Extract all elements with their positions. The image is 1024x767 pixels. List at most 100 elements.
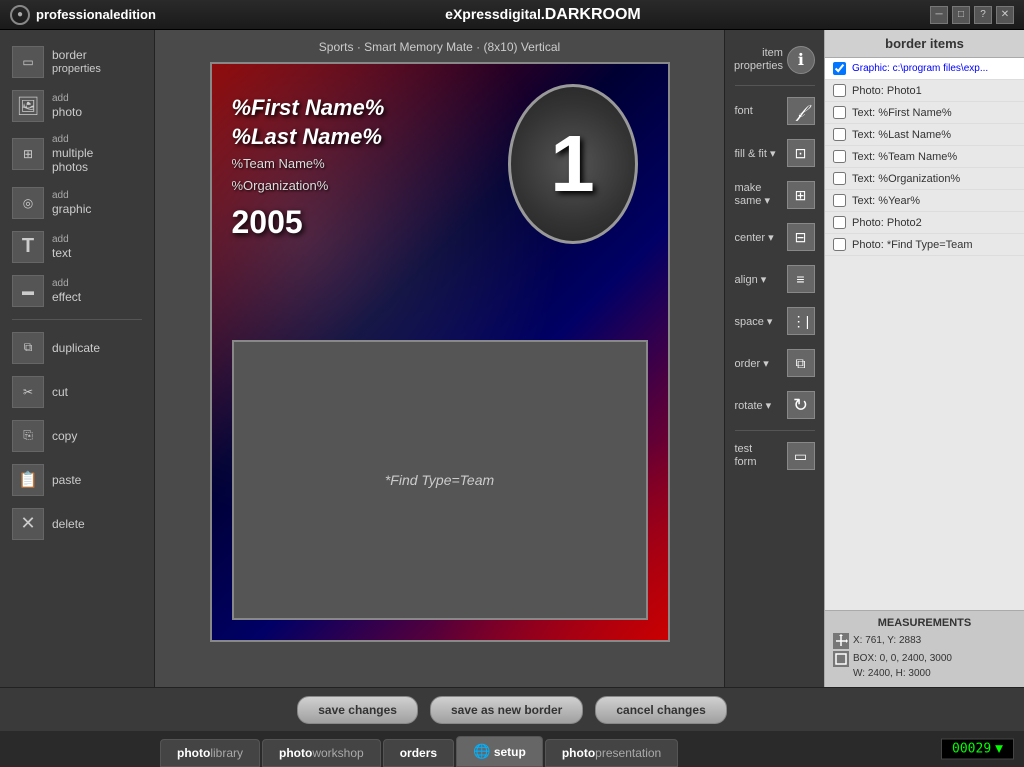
font-label: font: [735, 105, 753, 117]
border-properties-icon: ▭: [12, 46, 44, 78]
delete-icon: ✕: [12, 508, 44, 540]
tool-item-make-same[interactable]: makesame ▾ ⊞: [730, 175, 820, 215]
sidebar-item-delete[interactable]: ✕ delete: [0, 502, 154, 546]
center-label: center ▾: [735, 231, 774, 244]
measurements-line3: W: 2400, H: 3000: [853, 666, 952, 681]
border-item-text-lastname[interactable]: Text: %Last Name%: [825, 124, 1024, 146]
add-photo-icon: 🖼: [12, 90, 44, 122]
add-graphic-icon: ◎: [12, 187, 44, 219]
sidebar-label-cut: cut: [52, 385, 68, 399]
border-item-text-teamname[interactable]: Text: %Team Name%: [825, 146, 1024, 168]
card-name-line2: %Last Name%: [232, 123, 385, 152]
canvas-title: Sports · Smart Memory Mate · (8x10) Vert…: [319, 40, 560, 54]
border-item-text-lastname-checkbox[interactable]: [833, 128, 846, 141]
counter-arrow[interactable]: ▼: [995, 742, 1003, 757]
card-org: %Organization%: [232, 177, 385, 195]
tab-photo-workshop-bold: photo: [279, 746, 312, 760]
sidebar-item-add-multiple-photos[interactable]: ⊞ addmultiplephotos: [0, 128, 154, 181]
window-controls[interactable]: ─ □ ? ✕: [930, 6, 1014, 24]
make-same-label: makesame ▾: [735, 182, 770, 208]
border-item-photo2[interactable]: Photo: Photo2: [825, 212, 1024, 234]
space-label: space ▾: [735, 315, 773, 328]
card-text-area: %First Name% %Last Name% %Team Name% %Or…: [232, 94, 385, 241]
minimize-button[interactable]: ─: [930, 6, 948, 24]
border-item-text-organization-checkbox[interactable]: [833, 172, 846, 185]
tool-item-space[interactable]: space ▾ ⋮|: [730, 301, 820, 341]
tab-photo-workshop[interactable]: photoworkshop: [262, 739, 381, 767]
border-item-text-firstname-label: Text: %First Name%: [852, 107, 952, 119]
border-item-text-organization[interactable]: Text: %Organization%: [825, 168, 1024, 190]
app-window: ● professionaledition eXpressdigital.DAR…: [0, 0, 1024, 767]
test-form-icon: ▭: [787, 442, 815, 470]
tool-item-center[interactable]: center ▾ ⊟: [730, 217, 820, 257]
tool-item-align[interactable]: align ▾ ≡: [730, 259, 820, 299]
border-item-photo1-checkbox[interactable]: [833, 84, 846, 97]
border-item-photo-findtype[interactable]: Photo: *Find Type=Team: [825, 234, 1024, 256]
measurements-row-1: X: 761, Y: 2883: [833, 633, 1016, 649]
tab-setup[interactable]: 🌐 setup: [456, 736, 543, 767]
sidebar-item-border-properties[interactable]: ▭ borderproperties: [0, 40, 154, 84]
border-item-graphic-label: Graphic: c:\program files\exp...: [852, 63, 988, 74]
item-properties-icon: ℹ: [787, 46, 815, 74]
card-photo-box[interactable]: *Find Type=Team: [232, 340, 648, 620]
measurements-xy-icon: [833, 633, 849, 649]
sidebar-item-paste[interactable]: 📋 paste: [0, 458, 154, 502]
measurements-row-2: BOX: 0, 0, 2400, 3000 W: 2400, H: 3000: [833, 651, 1016, 681]
sidebar-item-add-text[interactable]: T addtext: [0, 225, 154, 269]
tool-divider-1: [735, 85, 815, 86]
tab-photo-library[interactable]: photolibrary: [160, 739, 260, 767]
item-properties-label: itemproperties: [734, 47, 783, 73]
border-item-photo2-checkbox[interactable]: [833, 216, 846, 229]
measurements-area: MEASUREMENTS X: 761, Y: 2883: [825, 610, 1024, 687]
border-item-graphic[interactable]: Graphic: c:\program files\exp...: [825, 58, 1024, 80]
tool-item-order[interactable]: order ▾ ⧉: [730, 343, 820, 383]
sidebar-label-duplicate: duplicate: [52, 341, 100, 355]
tab-orders-bold: orders: [400, 746, 437, 760]
tool-item-fill-fit[interactable]: fill & fit ▾ ⊡: [730, 133, 820, 173]
tab-photo-presentation[interactable]: photopresentation: [545, 739, 678, 767]
border-item-text-year[interactable]: Text: %Year%: [825, 190, 1024, 212]
app-logo: ●: [10, 5, 30, 25]
tool-item-rotate[interactable]: rotate ▾ ↻: [730, 385, 820, 425]
sidebar-item-add-photo[interactable]: 🖼 addphoto: [0, 84, 154, 128]
cancel-changes-button[interactable]: cancel changes: [595, 696, 726, 724]
border-item-text-teamname-checkbox[interactable]: [833, 150, 846, 163]
fill-fit-label: fill & fit ▾: [735, 147, 776, 160]
sidebar-item-add-graphic[interactable]: ◎ addgraphic: [0, 181, 154, 225]
border-item-graphic-checkbox[interactable]: [833, 62, 846, 75]
fill-fit-icon: ⊡: [787, 139, 815, 167]
border-item-photo-findtype-checkbox[interactable]: [833, 238, 846, 251]
nav-tabs-row: photolibrary photoworkshop orders 🌐 setu…: [0, 731, 1024, 767]
canvas-frame[interactable]: %First Name% %Last Name% %Team Name% %Or…: [210, 62, 670, 642]
measurements-xy-text: X: 761, Y: 2883: [853, 633, 921, 649]
sidebar-item-cut[interactable]: ✂ cut: [0, 370, 154, 414]
restore-button[interactable]: □: [952, 6, 970, 24]
save-as-new-border-button[interactable]: save as new border: [430, 696, 583, 724]
border-item-text-year-checkbox[interactable]: [833, 194, 846, 207]
help-button[interactable]: ?: [974, 6, 992, 24]
tool-item-font[interactable]: font 𝒻: [730, 91, 820, 131]
tool-item-test-form[interactable]: testform ▭: [730, 436, 820, 476]
save-changes-button[interactable]: save changes: [297, 696, 418, 724]
sidebar-item-copy[interactable]: ⎘ copy: [0, 414, 154, 458]
close-button[interactable]: ✕: [996, 6, 1014, 24]
counter-value: 00029: [952, 742, 991, 757]
tab-orders[interactable]: orders: [383, 739, 454, 767]
card-name-line1: %First Name%: [232, 94, 385, 123]
sidebar-item-duplicate[interactable]: ⧉ duplicate: [0, 326, 154, 370]
add-text-icon: T: [12, 231, 44, 263]
order-label: order ▾: [735, 357, 769, 370]
card-number-circle: 1: [508, 84, 638, 244]
border-item-photo1[interactable]: Photo: Photo1: [825, 80, 1024, 102]
tool-item-properties[interactable]: itemproperties ℹ: [730, 40, 820, 80]
cut-icon: ✂: [12, 376, 44, 408]
tool-divider-2: [735, 430, 815, 431]
sidebar-label-add-graphic: addgraphic: [52, 190, 91, 216]
duplicate-icon: ⧉: [12, 332, 44, 364]
border-item-text-firstname[interactable]: Text: %First Name%: [825, 102, 1024, 124]
border-item-text-firstname-checkbox[interactable]: [833, 106, 846, 119]
copy-icon: ⎘: [12, 420, 44, 452]
sidebar-item-add-effect[interactable]: ▬ addeffect: [0, 269, 154, 313]
measurements-wh-text: BOX: 0, 0, 2400, 3000 W: 2400, H: 3000: [853, 651, 952, 681]
card-number: 1: [550, 118, 595, 210]
